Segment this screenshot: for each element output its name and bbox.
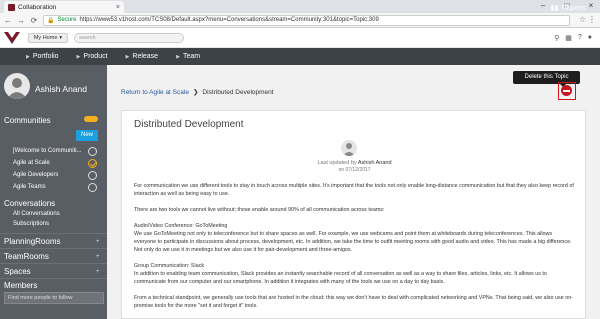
breadcrumb-separator-icon: ❯ [192, 89, 199, 96]
nav-product[interactable]: ▶ Product [77, 53, 108, 60]
members-title[interactable]: Members [4, 281, 37, 290]
chevron-right-icon: ▶ [176, 53, 180, 60]
close-window-button[interactable]: × [584, 1, 598, 10]
spaces-title[interactable]: Spaces [4, 267, 31, 276]
spaces-add-icon[interactable]: + [96, 269, 100, 275]
page-title: Distributed Development [134, 119, 244, 130]
minimize-button[interactable]: – [536, 1, 550, 10]
new-community-button[interactable]: New [76, 130, 98, 141]
team-rooms-add-icon[interactable]: + [96, 254, 100, 260]
header-icons: ⚲ ▦ ? ● [554, 34, 592, 42]
chevron-right-icon: ▶ [76, 53, 81, 60]
updated-prefix: Last updated by [317, 160, 357, 166]
address-bar: ← → ⟳ 🔒 Secure https://www53.v1host.com/… [0, 13, 600, 28]
chevron-down-icon: ▾ [59, 35, 63, 41]
nav-release[interactable]: ▶ Release [126, 53, 159, 60]
divider [0, 248, 107, 249]
subscriptions-link[interactable]: Subscriptions [13, 221, 49, 227]
search-input[interactable]: search [74, 33, 184, 43]
reload-button[interactable]: ⟳ [30, 16, 38, 25]
lock-icon: 🔒 [47, 17, 55, 24]
community-item-agile-at-scale-check[interactable] [88, 159, 97, 168]
grid-icon[interactable]: ▦ [565, 34, 572, 42]
nav-portfolio[interactable]: ▶ Portfolio [26, 53, 59, 60]
breadcrumb-parent-link[interactable]: Return to Agile at Scale [121, 89, 189, 96]
reports-label: Reports [561, 4, 586, 12]
url-input[interactable]: 🔒 Secure https://www53.v1host.com/TCS08/… [43, 14, 570, 26]
avatar[interactable] [4, 73, 30, 99]
author-avatar [341, 140, 357, 156]
nav-team-label: Team [182, 53, 201, 60]
updated-date: on 07/12/2017 [338, 167, 371, 173]
browser-tab[interactable]: Collaboration × [4, 1, 124, 13]
divider [0, 233, 107, 234]
breadcrumb: Return to Agile at Scale ❯ Distributed D… [121, 88, 274, 97]
paragraph: We use GoToMeeting not only to teleconfe… [134, 231, 572, 253]
team-rooms-title[interactable]: TeamRooms [4, 252, 49, 261]
user-icon[interactable]: ● [588, 34, 592, 42]
paragraph: From a technical standpoint, we generall… [134, 295, 574, 309]
nav-portfolio-label: Portfolio [32, 53, 59, 60]
tab-title: Collaboration [18, 3, 57, 11]
nav-team[interactable]: ▶ Team [176, 53, 200, 60]
url-text: https://www53.v1host.com/TCS08/Default.a… [79, 17, 379, 23]
main-navbar: ▶ Portfolio ▶ Product ▶ Release ▶ Team [0, 48, 600, 65]
app-header: My Home ▾ search ⚲ ▦ ? ● [0, 28, 600, 48]
avatar-icon [343, 143, 355, 156]
browser-tabbar: Collaboration × – □ × [0, 0, 600, 13]
main-content: Return to Agile at Scale ❯ Distributed D… [107, 65, 600, 319]
paragraph: There are two tools we cannot live witho… [134, 207, 385, 213]
divider [0, 278, 107, 279]
browser-menu-icon[interactable]: ⋮ [588, 15, 596, 24]
my-home-dropdown[interactable]: My Home ▾ [28, 33, 68, 43]
user-name: Ashish Anand [35, 84, 87, 94]
section-heading: Group Communication: Slack [134, 263, 205, 269]
help-icon[interactable]: ? [578, 34, 582, 42]
planning-rooms-add-icon[interactable]: + [96, 239, 100, 245]
community-item-agile-at-scale[interactable]: Agile at Scale [13, 160, 50, 166]
delete-topic-highlight [558, 82, 576, 100]
chevron-right-icon: ▶ [125, 53, 130, 60]
nav-release-label: Release [132, 53, 159, 60]
reports-link[interactable]: ▮▮ Reports [550, 4, 586, 13]
conversations-title[interactable]: Conversations [4, 199, 55, 208]
favicon-icon [8, 3, 15, 11]
divider [0, 263, 107, 264]
planning-rooms-title[interactable]: PlanningRooms [4, 237, 60, 246]
all-conversations-link[interactable]: All Conversations [13, 211, 60, 217]
communities-title[interactable]: Communities [4, 116, 51, 125]
community-item-agile-teams[interactable]: Agile Teams [13, 184, 46, 190]
delete-topic-button[interactable] [561, 85, 572, 96]
breadcrumb-current: Distributed Development [202, 88, 274, 96]
topic-card: Distributed Development Last updated by … [121, 110, 586, 319]
community-item-welcome-check[interactable] [88, 147, 97, 156]
community-item-agile-developers-check[interactable] [88, 171, 97, 180]
chevron-right-icon: ▶ [26, 53, 30, 60]
tab-close-button[interactable]: × [116, 4, 120, 11]
location-pin-icon[interactable]: ⚲ [554, 34, 559, 42]
reports-icon: ▮▮ [550, 5, 559, 12]
forward-button[interactable]: → [17, 16, 25, 25]
bookmark-star-icon[interactable]: ☆ [579, 15, 586, 24]
my-home-label: My Home [33, 35, 58, 41]
community-item-agile-teams-check[interactable] [88, 183, 97, 192]
communities-toggle[interactable] [84, 116, 98, 122]
avatar-icon [7, 78, 27, 99]
community-item-agile-developers[interactable]: Agile Developers [13, 172, 58, 178]
secure-label: Secure [57, 17, 77, 23]
back-button[interactable]: ← [4, 16, 12, 25]
last-updated: Last updated by Ashish Anand [122, 160, 587, 166]
community-item-welcome[interactable]: [Welcome to Communiti... [13, 148, 82, 154]
paragraph: For communication we use different tools… [134, 183, 574, 197]
updated-by-link[interactable]: Ashish Anand [358, 160, 392, 166]
paragraph: In addition to enabling team communicati… [134, 271, 547, 285]
find-people-input[interactable]: Find more people to follow [4, 292, 104, 304]
section-heading: Audio/Video Conference: GoToMeeting [134, 223, 228, 229]
nav-product-label: Product [83, 53, 108, 60]
app-logo-icon[interactable] [3, 29, 21, 47]
